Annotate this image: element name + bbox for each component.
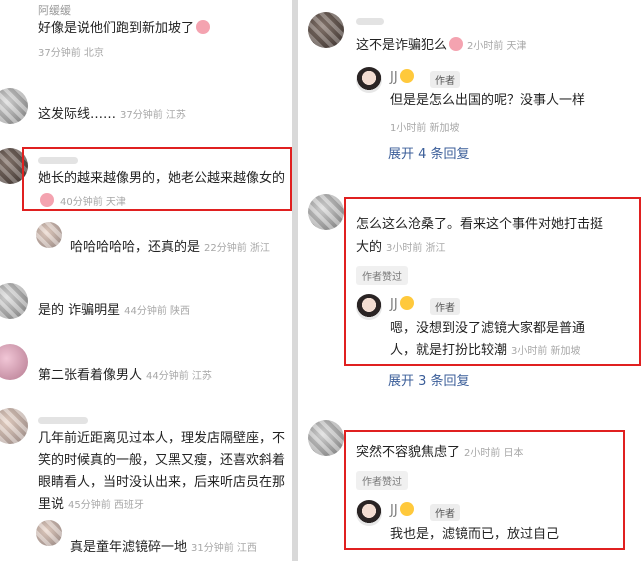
highlight-box xyxy=(344,430,625,550)
comment-text: 这发际线…… 37分钟前 江苏 xyxy=(38,107,186,122)
author-badge: 作者 xyxy=(430,71,460,88)
reply-meta: 1小时前 新加坡 xyxy=(390,123,460,134)
comment-text: 好像是说他们跑到新加坡了 xyxy=(38,18,211,40)
avatar[interactable] xyxy=(308,194,344,230)
avatar[interactable] xyxy=(308,12,344,48)
comment-text: 笑的时候真的一般，又黑又瘦，还喜欢斜着 xyxy=(38,453,286,468)
left-comment-panel: 阿缓缓 好像是说他们跑到新加坡了 37分钟前 北京 这发际线…… 37分钟前 江苏… xyxy=(0,0,292,561)
avatar[interactable] xyxy=(0,408,28,444)
reply-text: 但是是怎么出国的呢？没事人一样 xyxy=(390,93,586,108)
avatar[interactable] xyxy=(0,88,28,124)
comment-meta: 37分钟前 北京 xyxy=(38,48,104,59)
avatar[interactable] xyxy=(308,420,344,456)
comment-text: 这不是诈骗犯么 2小时前 天津 xyxy=(356,37,527,53)
expand-replies-button[interactable]: 展开 4 条回复 xyxy=(388,143,470,162)
comment-text: 是的 诈骗明星 44分钟前 陕西 xyxy=(38,303,191,318)
avatar[interactable] xyxy=(0,283,28,319)
comment-text: 眼睛看人，当时没认出来，后来听店员在那 xyxy=(38,475,286,490)
comment-text: 里说 45分钟前 西班牙 xyxy=(38,497,144,512)
comment-text: 第二张看着像男人 44分钟前 江苏 xyxy=(38,368,212,383)
username[interactable] xyxy=(38,417,88,424)
right-comment-panel: 这不是诈骗犯么 2小时前 天津 JJ 作者 但是是怎么出国的呢？没事人一样 1小时… xyxy=(298,0,641,561)
comment-text: 几年前近距离见过本人，理发店隔壁座，不 xyxy=(38,431,286,446)
smile-emoji-icon xyxy=(399,69,414,83)
avatar[interactable] xyxy=(36,520,62,546)
highlight-box xyxy=(22,147,292,211)
author-avatar[interactable] xyxy=(356,67,382,93)
pig-face-icon xyxy=(196,20,211,34)
pig-face-icon xyxy=(449,37,464,51)
username[interactable] xyxy=(356,18,384,25)
reply-text: 哈哈哈哈哈，还真的是 22分钟前 浙江 xyxy=(70,240,270,255)
reply-text: 真是童年滤镜碎一地 31分钟前 江西 xyxy=(70,540,257,555)
highlight-box xyxy=(344,197,641,366)
expand-replies-button[interactable]: 展开 3 条回复 xyxy=(388,370,470,389)
author-name[interactable]: JJ xyxy=(390,69,414,85)
avatar[interactable] xyxy=(0,344,28,380)
avatar[interactable] xyxy=(36,222,62,248)
username[interactable]: 阿缓缓 xyxy=(38,2,71,18)
